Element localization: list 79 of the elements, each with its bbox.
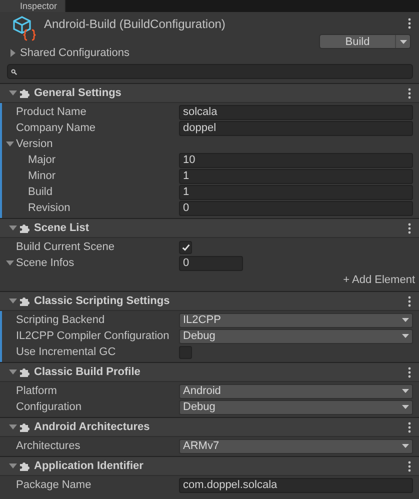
foldout-triangle-icon[interactable] — [9, 368, 17, 376]
input-field[interactable]: com.doppel.solcala — [179, 478, 413, 492]
puzzle-icon — [19, 88, 31, 98]
more-options-icon[interactable] — [408, 296, 411, 306]
more-options-icon[interactable] — [408, 222, 411, 234]
field-label: Revision — [28, 202, 70, 214]
section-header[interactable]: Classic Build Profile — [0, 363, 419, 382]
checkmark-icon — [182, 244, 190, 250]
build-button[interactable]: Build — [319, 34, 411, 49]
foldout-triangle-icon[interactable] — [9, 49, 17, 57]
caret-icon — [402, 444, 409, 448]
caret-icon — [402, 318, 409, 322]
field-label: Build — [28, 186, 52, 198]
field-label: Architectures — [16, 440, 80, 452]
more-options-icon[interactable] — [408, 460, 411, 472]
more-options-icon[interactable] — [408, 18, 411, 29]
section-title: General Settings — [34, 87, 122, 99]
cube-script-icon — [12, 15, 36, 41]
caret-icon — [402, 405, 409, 409]
foldout-triangle-icon[interactable] — [9, 89, 17, 97]
field-label: Configuration — [16, 401, 82, 413]
foldout-label[interactable]: Scene Infos — [16, 257, 74, 269]
section-header[interactable]: General Settings — [0, 84, 419, 103]
foldout-triangle-icon[interactable] — [6, 259, 14, 267]
dropdown[interactable]: IL2CPP — [179, 312, 413, 328]
section-header[interactable]: Classic Scripting Settings — [0, 292, 419, 311]
puzzle-icon — [19, 422, 31, 432]
more-options-icon[interactable] — [408, 88, 411, 98]
foldout-triangle-icon[interactable] — [9, 224, 17, 232]
puzzle-icon — [19, 222, 31, 234]
foldout-triangle-icon[interactable] — [9, 423, 17, 431]
input-field[interactable]: 0 — [179, 200, 413, 216]
field-label: Package Name — [16, 479, 92, 491]
field-label: Product Name — [16, 106, 86, 118]
field-label: Scripting Backend — [16, 314, 105, 326]
dropdown[interactable]: Debug — [179, 328, 413, 344]
more-options-icon[interactable] — [408, 366, 411, 378]
foldout-label[interactable]: Version — [16, 138, 53, 150]
section-title: Scene List — [34, 222, 90, 234]
input-field[interactable]: solcala — [179, 104, 413, 120]
window-title: Android-Build (BuildConfiguration) — [44, 17, 226, 33]
section-header[interactable]: Scene List — [0, 219, 419, 238]
checkbox[interactable] — [179, 240, 192, 254]
field-label: Minor — [28, 170, 56, 182]
input-field[interactable]: 10 — [179, 152, 413, 168]
dropdown[interactable]: Android — [179, 384, 413, 398]
dropdown[interactable]: ARMv7 — [179, 438, 413, 454]
add-element-link[interactable]: + Add Element — [343, 274, 415, 286]
foldout-triangle-icon[interactable] — [6, 140, 14, 148]
foldout-triangle-icon[interactable] — [9, 297, 17, 305]
section-title: Application Identifier — [34, 460, 144, 472]
dropdown[interactable]: Debug — [179, 400, 413, 414]
input-field[interactable]: 1 — [179, 168, 413, 184]
section-title: Android Architectures — [34, 421, 151, 433]
search-field[interactable] — [7, 64, 413, 79]
puzzle-icon — [19, 460, 31, 472]
more-options-icon[interactable] — [408, 422, 411, 432]
section-title: Classic Build Profile — [34, 366, 142, 378]
puzzle-icon — [19, 366, 31, 378]
caret-icon — [402, 389, 409, 393]
input-field[interactable]: doppel — [179, 120, 413, 136]
field-label: Platform — [16, 385, 57, 397]
array-size-field[interactable]: 0 — [179, 256, 243, 270]
section-header[interactable]: Android Architectures — [0, 418, 419, 437]
search-icon — [11, 68, 17, 74]
field-label: IL2CPP Compiler Configuration — [16, 330, 170, 342]
caret-icon[interactable] — [400, 40, 406, 44]
section-title: Classic Scripting Settings — [34, 295, 171, 307]
foldout-label[interactable]: Shared Configurations — [20, 47, 130, 59]
caret-icon — [402, 334, 409, 338]
field-label: Major — [28, 154, 56, 166]
field-label: Build Current Scene — [16, 241, 114, 253]
field-label: Company Name — [16, 122, 96, 134]
puzzle-icon — [19, 296, 31, 306]
section-header[interactable]: Application Identifier — [0, 457, 419, 476]
input-field[interactable]: 1 — [179, 184, 413, 200]
field-label: Use Incremental GC — [16, 346, 116, 358]
inspector-tab[interactable]: Inspector — [0, 0, 66, 12]
foldout-triangle-icon[interactable] — [9, 462, 17, 470]
